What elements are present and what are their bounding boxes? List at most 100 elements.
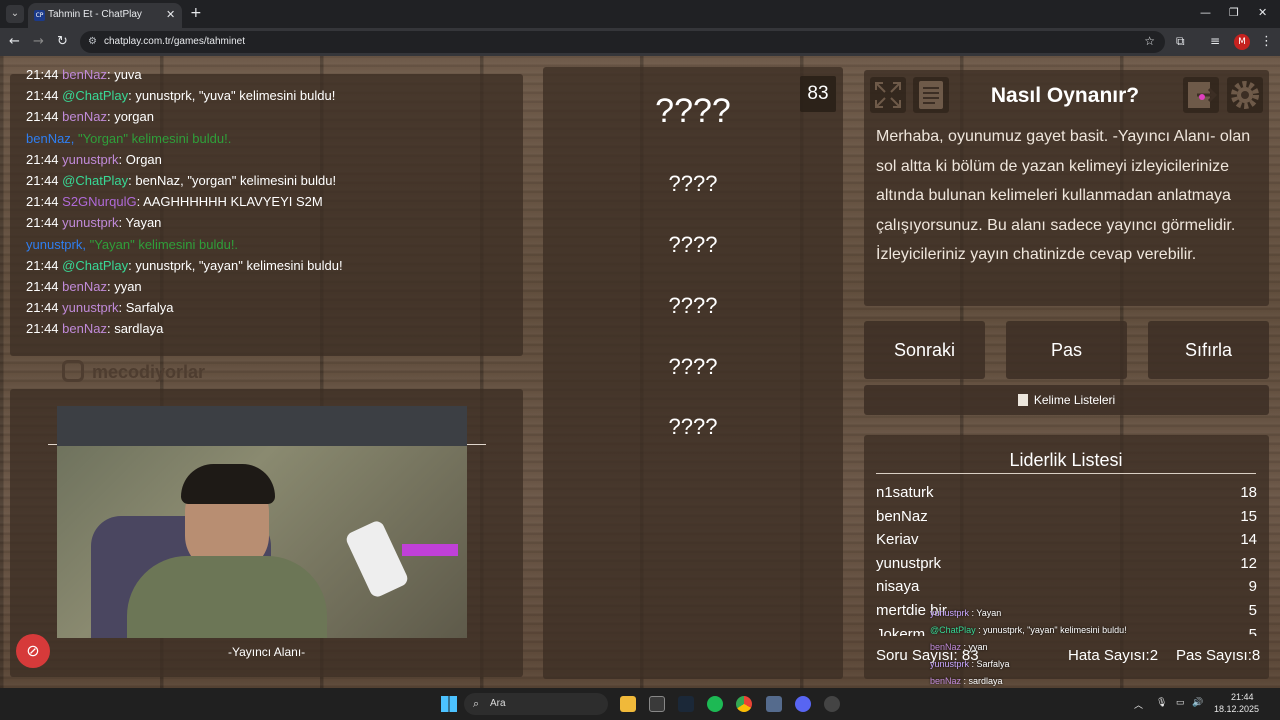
player-score: 18 <box>1240 484 1257 501</box>
overlay-username: @ChatPlay <box>930 625 976 635</box>
back-icon[interactable]: ← <box>9 34 20 49</box>
exit-game-button[interactable] <box>1183 77 1219 113</box>
player-name: n1saturk <box>876 484 934 501</box>
browser-tab[interactable]: CP Tahmin Et - ChatPlay ✕ <box>28 3 182 28</box>
chat-text: : yunustprk, "yayan" kelimesini buldu! <box>128 257 343 273</box>
steam-icon[interactable] <box>678 696 694 712</box>
forward-icon[interactable]: → <box>33 34 44 49</box>
tray-chevron-icon[interactable]: ︿ <box>1134 698 1143 711</box>
word-lists-label: Kelime Listeleri <box>1033 393 1116 407</box>
chat-username[interactable]: @ChatPlay <box>62 88 128 103</box>
word-lists-button[interactable]: Kelime Listeleri <box>864 385 1269 415</box>
cam-person-hoodie <box>127 556 327 638</box>
address-bar[interactable]: ⚙ chatplay.com.tr/games/tahminet ☆ <box>80 31 1165 53</box>
notepad-icon <box>1017 394 1028 406</box>
reset-button[interactable]: Sıfırla <box>1148 321 1269 379</box>
profile-avatar[interactable]: M <box>1234 34 1250 50</box>
player-score: 15 <box>1240 507 1257 525</box>
reload-icon[interactable]: ↻ <box>57 34 68 49</box>
app-icon[interactable] <box>766 696 782 712</box>
chat-text: : benNaz, "yorgan" kelimesini buldu! <box>128 173 337 188</box>
spotify-icon[interactable] <box>707 696 723 712</box>
instagram-handle: mecodiyorlar <box>62 360 205 383</box>
volume-icon[interactable]: 🔊 <box>1192 697 1203 708</box>
leaderboard-row: yunustprk 12 <box>876 555 1257 572</box>
chat-username[interactable]: yunustprk <box>62 215 118 230</box>
clock-date[interactable]: 18.12.2025 <box>1214 704 1259 714</box>
chat-message: 21:44 benNaz: sardlaya <box>26 321 163 336</box>
pass-button[interactable]: Pas <box>1006 321 1127 379</box>
chat-message: 21:44 @ChatPlay: yunustprk, "yayan" keli… <box>26 258 343 273</box>
gear-icon <box>1231 81 1259 109</box>
new-tab-icon[interactable]: + <box>190 5 202 21</box>
fullscreen-button[interactable] <box>870 77 906 113</box>
chat-message: 21:44 yunustprk: Sarfalya <box>26 300 173 315</box>
chat-username[interactable]: benNaz <box>62 279 107 294</box>
overlay-chat-message: benNaz : sardlaya <box>930 676 1003 686</box>
chat-username[interactable]: S2GNurqulG <box>62 194 136 209</box>
taskbar-search[interactable]: ⌕ Ara <box>464 693 608 715</box>
game-page: 21:44 benNaz: yuva 21:44 @ChatPlay: yunus… <box>0 56 1280 688</box>
reading-list-icon[interactable]: ≡ <box>1210 34 1220 48</box>
site-info-icon[interactable]: ⚙ <box>88 36 97 47</box>
restore-icon[interactable]: ❐ <box>1229 6 1239 19</box>
chat-message: 21:44 @ChatPlay: yunustprk, "yuva" kelim… <box>26 88 335 103</box>
clock-time[interactable]: 21:44 <box>1231 692 1254 702</box>
pass-count-label: Pas Sayısı: <box>1176 647 1252 664</box>
chat-username[interactable]: benNaz, <box>26 131 78 146</box>
overlay-chat-message: yunustprk : Sarfalya <box>930 659 1010 669</box>
taskbar-search-placeholder: Ara <box>490 698 506 709</box>
cam-person-hair <box>181 464 275 504</box>
chat-username[interactable]: yunustprk <box>62 152 118 167</box>
pass-count-value: 8 <box>1251 647 1261 664</box>
discord-icon[interactable] <box>795 696 811 712</box>
extensions-icon[interactable]: ⧉ <box>1176 34 1185 49</box>
chat-time: 21:44 <box>26 67 63 82</box>
overlay-chat-message: @ChatPlay : yunustprk, "yayan" kelimesin… <box>930 625 1127 635</box>
player-name: Keriav <box>876 531 919 549</box>
chrome-icon[interactable] <box>736 696 752 712</box>
record-button[interactable]: ⊘ <box>16 634 50 668</box>
error-count-value: 2 <box>1149 647 1159 664</box>
chat-username[interactable]: @ChatPlay <box>62 173 128 188</box>
chat-time: 21:44 <box>26 88 63 104</box>
obs-icon[interactable] <box>824 696 840 712</box>
window-close-icon[interactable]: ✕ <box>1258 6 1267 19</box>
leaderboard-row: benNaz 15 <box>876 508 1257 525</box>
next-button[interactable]: Sonraki <box>864 321 985 379</box>
chat-text: : yorgan <box>106 109 154 125</box>
minimize-icon[interactable]: — <box>1200 6 1211 19</box>
settings-button[interactable] <box>1227 77 1263 113</box>
chat-time: 21:44 <box>26 279 63 294</box>
chat-username[interactable]: benNaz <box>62 109 107 124</box>
chat-username[interactable]: benNaz <box>62 321 107 336</box>
player-score: 5 <box>1248 602 1257 619</box>
chat-username[interactable]: @ChatPlay <box>62 258 128 273</box>
file-explorer-icon[interactable] <box>620 696 636 712</box>
tab-close-icon[interactable]: ✕ <box>166 8 175 21</box>
player-score: 14 <box>1240 531 1257 549</box>
forbidden-word: ???? <box>668 354 718 379</box>
leaderboard-row: nisaya 9 <box>876 578 1257 595</box>
leaderboard-row: n1saturk 18 <box>876 484 1257 501</box>
notes-button[interactable] <box>913 77 949 113</box>
overlay-username: yunustprk <box>930 659 970 669</box>
help-title: Nasıl Oynanır? <box>990 84 1140 107</box>
browser-menu-icon[interactable]: ⋮ <box>1260 34 1273 49</box>
start-icon[interactable] <box>441 696 457 712</box>
store-icon[interactable] <box>649 696 665 712</box>
chat-username[interactable]: benNaz <box>62 67 107 82</box>
player-score: 9 <box>1248 578 1257 596</box>
overlay-chat-message: benNaz : yyan <box>930 642 988 652</box>
microphone-icon[interactable]: 🎙 <box>1156 697 1167 708</box>
error-count: Hata Sayısı:2 <box>1068 647 1158 664</box>
bookmark-star-icon[interactable]: ☆ <box>1144 34 1155 48</box>
error-count-label: Hata Sayısı: <box>1068 647 1150 664</box>
url-text: chatplay.com.tr/games/tahminet <box>104 36 245 47</box>
instagram-name: mecodiyorlar <box>92 362 206 382</box>
chat-username[interactable]: yunustprk <box>62 300 118 315</box>
chat-message: 21:44 S2GNurqulG: AAGHHHHHH KLAVYEYI S2M <box>26 194 323 209</box>
chat-username[interactable]: yunustprk, <box>26 237 90 252</box>
tab-search-button[interactable]: ⌄ <box>6 5 24 23</box>
network-icon[interactable]: ▭ <box>1176 697 1185 708</box>
